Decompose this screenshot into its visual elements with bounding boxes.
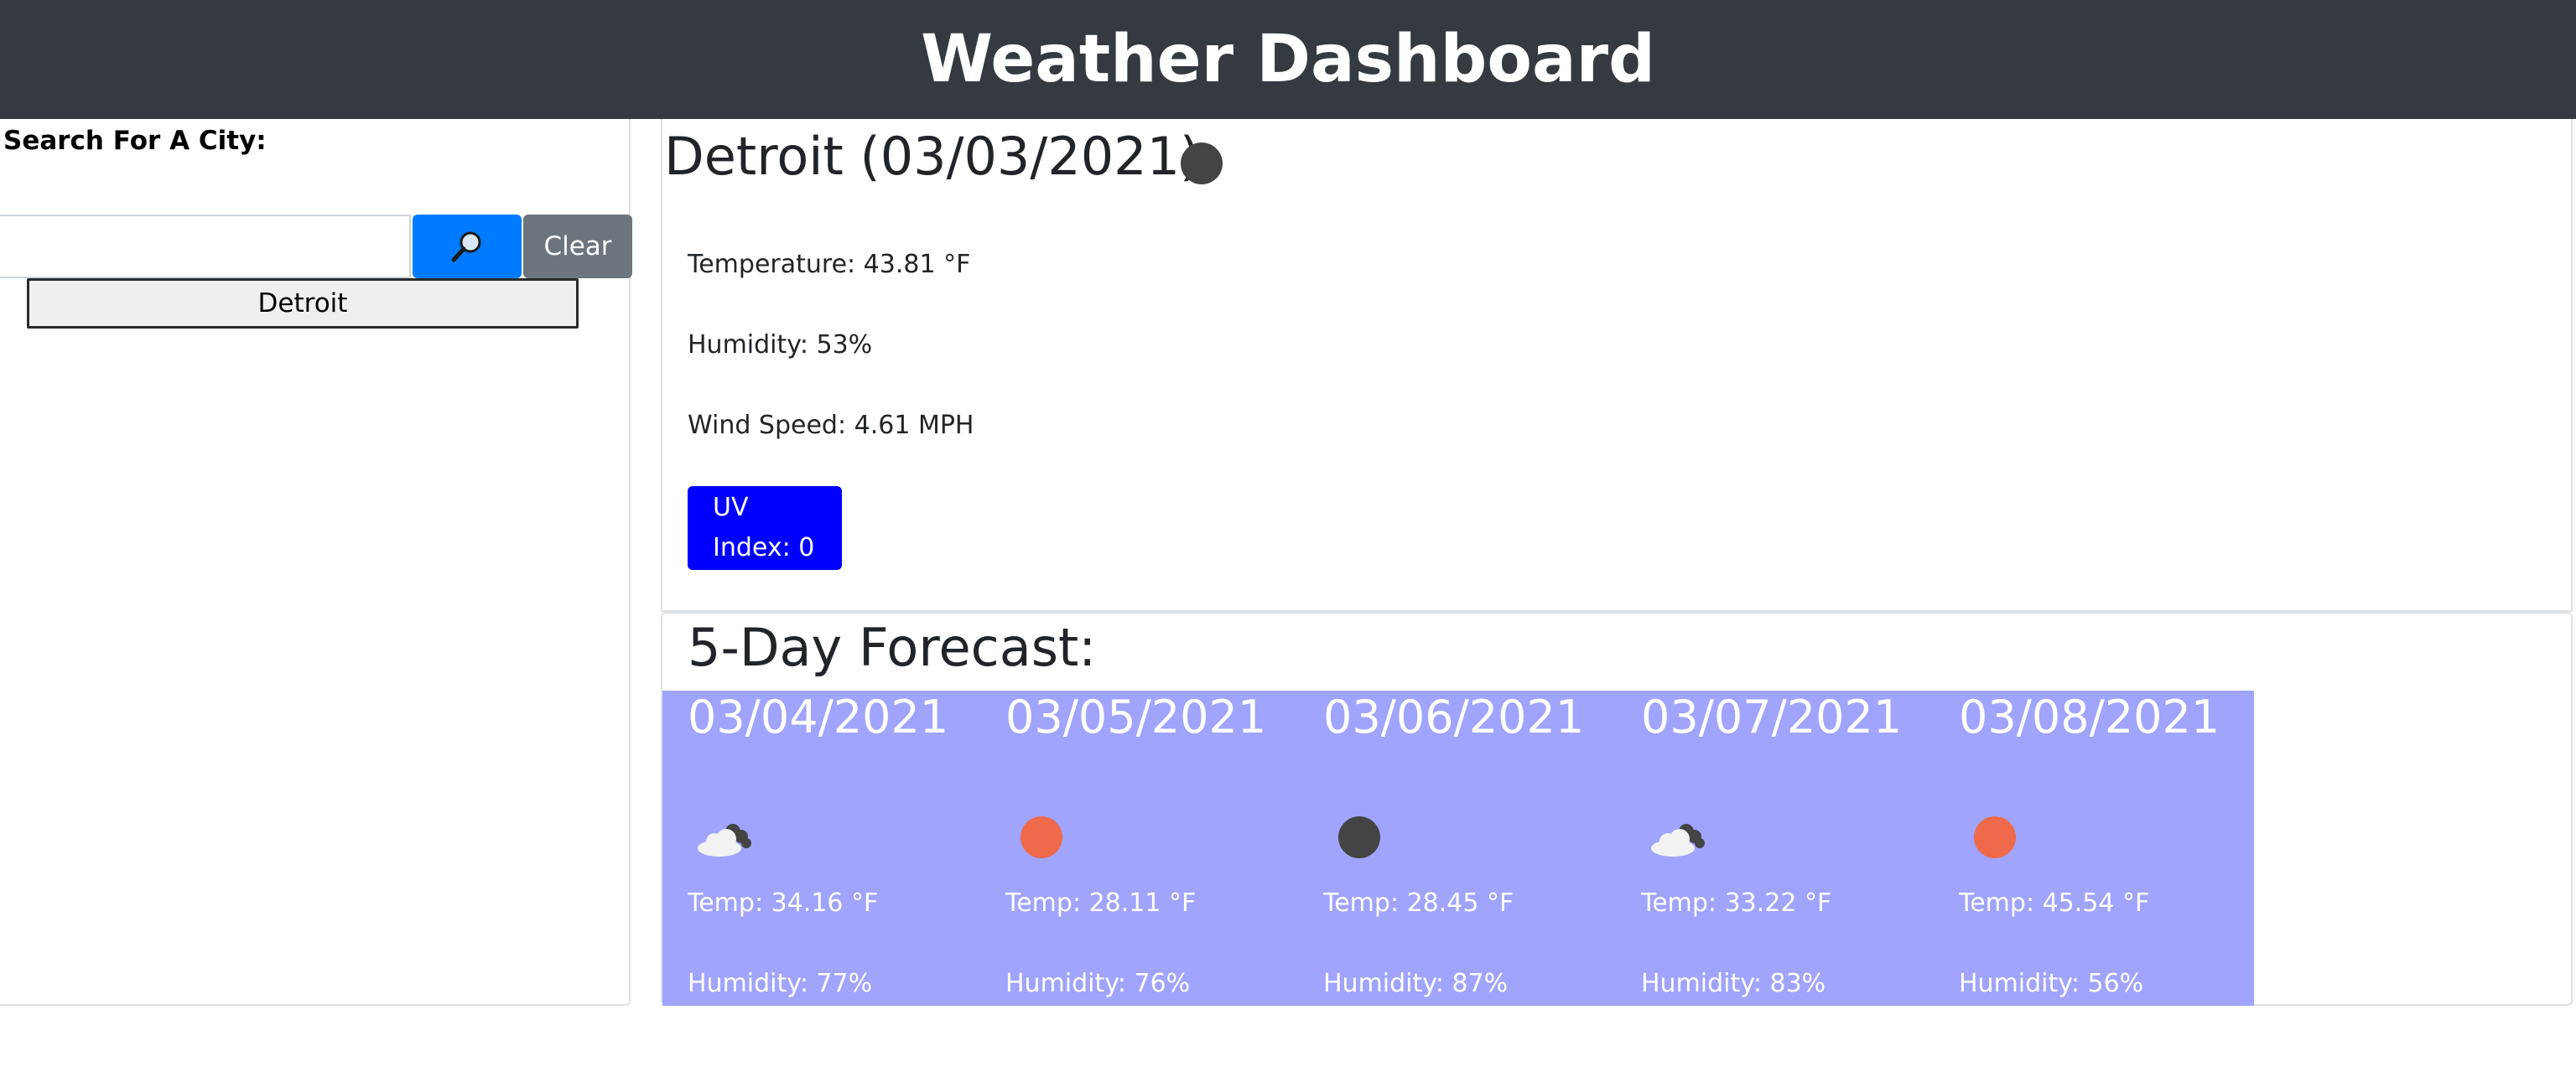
temperature-text: Temperature: 43.81 °F [688, 250, 971, 279]
forecast-card: 03/07/2021 Temp: 33.22 °F Humidity: 83% [1616, 691, 1934, 1006]
forecast-card: 03/05/2021 Temp: 28.11 °F Humidity: 76% [980, 691, 1298, 1006]
current-weather-panel: Detroit (03/03/2021) Temperature: 43.81 … [661, 119, 2573, 612]
moon-icon [1181, 142, 1223, 184]
forecast-card: 03/04/2021 Temp: 34.16 °F Humidity: 77% [662, 691, 980, 1006]
forecast-humidity: Humidity: 83% [1641, 969, 1826, 998]
history-city-button[interactable]: Detroit [27, 278, 579, 329]
city-search-input[interactable] [0, 215, 411, 278]
forecast-temp: Temp: 34.16 °F [688, 888, 879, 918]
forecast-date: 03/04/2021 [688, 691, 949, 743]
uv-index-badge: UV Index: 0 [688, 486, 842, 570]
uv-value: Index: 0 [713, 533, 815, 562]
forecast-date: 03/06/2021 [1323, 691, 1585, 743]
search-label: Search For A City: [3, 126, 267, 156]
sun-icon [1966, 816, 2024, 858]
moon-icon [1330, 816, 1389, 858]
page-header: Weather Dashboard [0, 0, 2576, 119]
forecast-temp: Temp: 28.45 °F [1323, 888, 1514, 918]
forecast-card: 03/08/2021 Temp: 45.54 °F Humidity: 56% [1934, 691, 2251, 1006]
sun-icon [1012, 816, 1071, 858]
forecast-temp: Temp: 28.11 °F [1005, 888, 1197, 918]
wind-speed-text: Wind Speed: 4.61 MPH [688, 411, 974, 440]
humidity-text: Humidity: 53% [688, 330, 873, 360]
forecast-temp: Temp: 45.54 °F [1959, 888, 2150, 918]
cloudy-night-icon [1648, 816, 1706, 858]
forecast-temp: Temp: 33.22 °F [1641, 888, 1832, 918]
search-button[interactable] [413, 215, 522, 278]
forecast-date: 03/05/2021 [1005, 691, 1267, 743]
forecast-title: 5-Day Forecast: [688, 617, 1097, 678]
forecast-panel: 5-Day Forecast: 03/04/2021 Temp: 34.16 °… [661, 612, 2573, 1006]
page-title: Weather Dashboard [921, 22, 1655, 97]
search-sidebar: Search For A City: Clear Detroit [0, 119, 632, 1006]
uv-label: UV [713, 493, 749, 522]
forecast-date: 03/08/2021 [1959, 691, 2220, 743]
forecast-humidity: Humidity: 56% [1959, 969, 2144, 998]
clear-button[interactable]: Clear [523, 215, 632, 278]
search-icon [451, 231, 481, 262]
forecast-date: 03/07/2021 [1641, 691, 1903, 743]
forecast-humidity: Humidity: 77% [688, 969, 873, 998]
cloudy-night-icon [694, 816, 753, 858]
current-city-title: Detroit (03/03/2021) [664, 126, 1201, 187]
forecast-card: 03/06/2021 Temp: 28.45 °F Humidity: 87% [1298, 691, 1616, 1006]
forecast-strip: 03/04/2021 Temp: 34.16 °F Humidity: 77% … [662, 691, 2254, 1006]
forecast-humidity: Humidity: 76% [1005, 969, 1191, 998]
forecast-humidity: Humidity: 87% [1323, 969, 1509, 998]
